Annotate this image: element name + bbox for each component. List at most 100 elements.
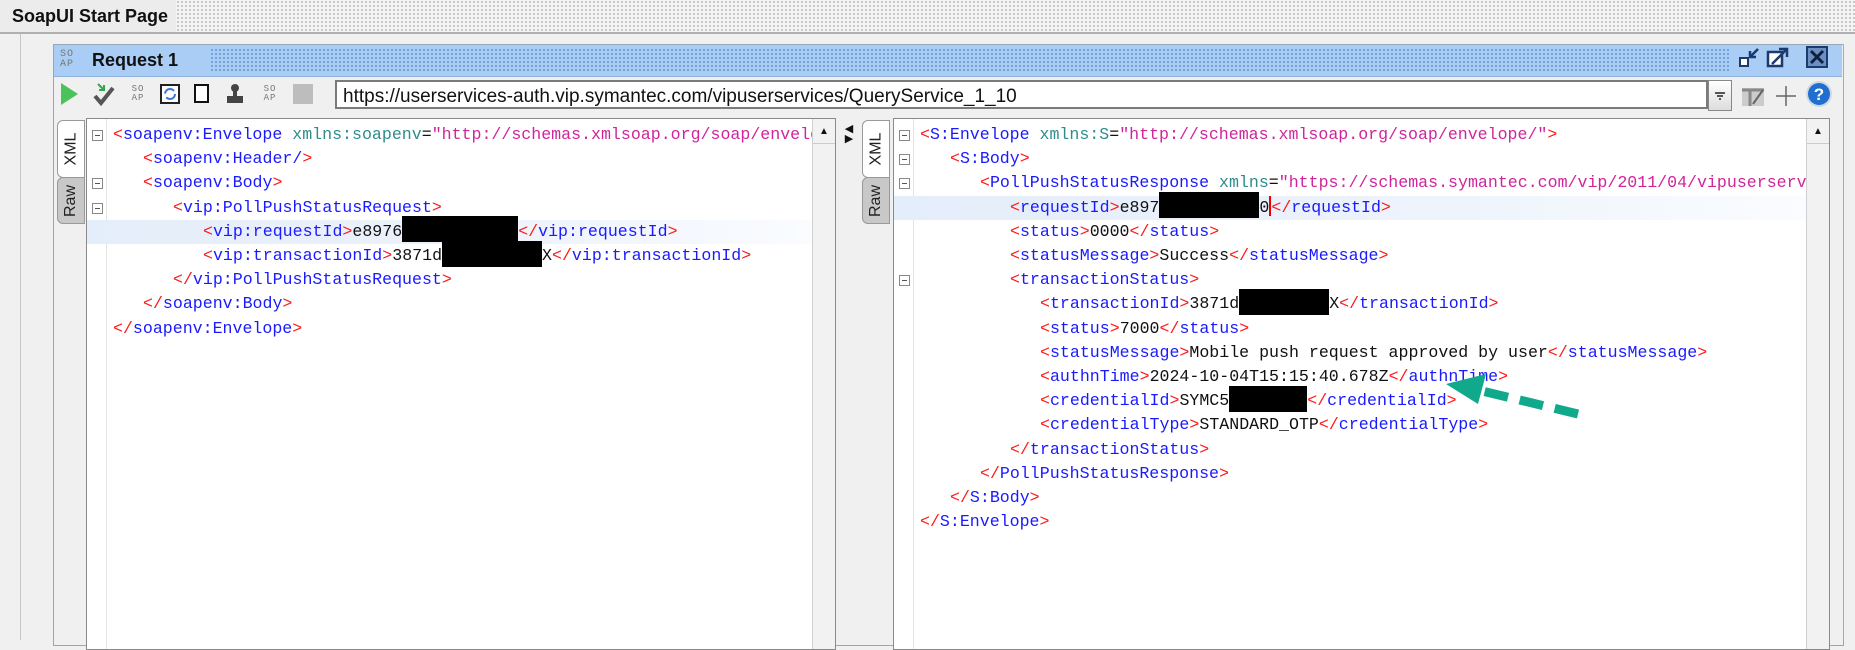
code-line: <S:Body> — [894, 147, 1806, 171]
code-line: </S:Envelope> — [894, 510, 1806, 534]
tag-bracket: > — [1697, 342, 1708, 362]
aut-toggle-button[interactable] — [1741, 84, 1765, 108]
stamp-icon — [227, 84, 243, 103]
code-line: <statusMessage>Mobile push request appro… — [894, 341, 1806, 365]
response-editor-scrollbar[interactable]: ▲ — [1806, 119, 1829, 649]
tag-bracket: > — [741, 246, 752, 265]
tag-bracket: </ — [1271, 197, 1292, 217]
tag-bracket: > — [1478, 415, 1489, 435]
check-with-arrow-icon — [93, 83, 115, 106]
code-line: <soapenv:Body> — [87, 171, 811, 195]
tag-bracket: > — [441, 270, 452, 290]
redaction-box — [1229, 385, 1308, 412]
tag-bracket: < — [980, 173, 990, 193]
plus-icon — [1776, 86, 1796, 106]
request-editor-scrollbar[interactable]: ▲ — [812, 119, 835, 649]
tag-bracket: > — [272, 173, 283, 193]
tag-name: credentialType — [1049, 415, 1190, 435]
tab-soapui-start-page[interactable]: SoapUI Start Page — [0, 0, 177, 32]
tag-bracket: > — [1547, 125, 1558, 144]
element-text: STANDARD_OTP — [1199, 415, 1319, 435]
element-text: = — [1268, 173, 1279, 193]
redaction-box — [402, 216, 519, 243]
submit-request-button[interactable] — [56, 81, 82, 107]
tag-name: soapenv:Header/ — [152, 149, 303, 169]
tag-name: credentialId — [1049, 391, 1170, 411]
element-text: e897 — [1119, 197, 1160, 217]
tag-bracket: < — [203, 246, 213, 265]
code-line: </vip:PollPushStatusRequest> — [87, 268, 811, 292]
code-line: <soapenv:Envelope xmlns:soapenv="http://… — [87, 123, 835, 147]
tag-bracket: > — [342, 221, 353, 241]
endpoint-url-input[interactable]: https://userservices-auth.vip.symantec.c… — [335, 80, 1708, 109]
tag-name: soapenv:Envelope — [122, 125, 283, 144]
help-button[interactable]: ? — [1805, 80, 1833, 108]
code-line: </soapenv:Body> — [87, 292, 811, 316]
tag-name: vip:requestId — [212, 221, 343, 241]
refresh-button[interactable] — [157, 81, 183, 107]
tag-name: statusMessage — [1049, 342, 1180, 362]
code-line: </PollPushStatusResponse> — [894, 462, 1806, 486]
cancel-request-button[interactable] — [290, 81, 316, 107]
response-xml-editor[interactable]: <S:Envelope xmlns:S="http://schemas.xmls… — [893, 118, 1830, 650]
element-text: 3871d — [1189, 294, 1240, 314]
tag-bracket: </ — [143, 294, 163, 314]
code-line: <status>0000</status> — [894, 220, 1806, 244]
tag-name: transactionId — [1359, 294, 1489, 314]
tag-bracket: > — [1109, 318, 1120, 338]
tag-name: S:Body — [959, 149, 1020, 169]
tag-bracket: > — [1079, 221, 1090, 241]
stamp-button[interactable] — [222, 81, 248, 107]
tag-name: credentialType — [1338, 415, 1479, 435]
add-assertion-button[interactable] — [91, 81, 117, 107]
create-soap-request-button[interactable]: SO AP — [125, 81, 151, 107]
refresh-icon — [160, 84, 180, 104]
tab-request-xml[interactable]: XML — [57, 120, 85, 178]
maximize-window-icon[interactable] — [1766, 46, 1790, 70]
tag-bracket: > — [431, 197, 442, 217]
scroll-up-arrow-icon[interactable]: ▲ — [1807, 119, 1829, 144]
side-panel — [1843, 44, 1855, 640]
tag-bracket: < — [950, 149, 960, 169]
toggle-button[interactable] — [189, 81, 215, 107]
tag-name: status — [1019, 221, 1080, 241]
tag-name: statusMessage — [1249, 246, 1379, 265]
scroll-up-arrow-icon[interactable]: ▲ — [813, 119, 835, 144]
tab-response-xml[interactable]: XML — [862, 120, 890, 178]
code-line: <authnTime>2024-10-04T15:15:40.678Z</aut… — [894, 365, 1806, 389]
tag-bracket: > — [1378, 246, 1389, 265]
tab-request-raw[interactable]: Raw — [57, 177, 85, 224]
code-line: <status>7000</status> — [894, 317, 1806, 341]
splitter-toggle[interactable]: ◀ ▶ — [842, 124, 856, 148]
tag-name: transactionStatus — [1019, 270, 1190, 290]
minimize-window-icon[interactable] — [1738, 46, 1762, 70]
tag-bracket: > — [1488, 294, 1499, 314]
code-line: </soapenv:Envelope> — [87, 317, 811, 341]
code-line: <transactionStatus> — [894, 268, 1806, 292]
request-xml-editor[interactable]: <soapenv:Envelope xmlns:soapenv="http://… — [86, 118, 836, 650]
tag-bracket: > — [1139, 367, 1150, 386]
tag-bracket: < — [1010, 197, 1020, 217]
element-text: 3871d — [392, 246, 443, 265]
add-button[interactable] — [1774, 84, 1798, 108]
tag-name: statusMessage — [1567, 342, 1698, 362]
element-text: = — [421, 125, 432, 144]
tag-bracket: < — [1010, 270, 1020, 290]
tag-name: vip:PollPushStatusRequest — [192, 270, 442, 290]
element-text: SYMC5 — [1179, 391, 1230, 411]
tag-bracket: < — [1010, 246, 1020, 265]
divider — [20, 34, 21, 640]
close-window-icon[interactable] — [1806, 46, 1828, 68]
tag-bracket: </ — [113, 318, 133, 338]
tag-bracket: > — [1189, 270, 1200, 290]
tag-bracket: > — [1109, 197, 1120, 217]
soap-icon: SO AP — [60, 49, 75, 70]
tab-response-raw[interactable]: Raw — [862, 177, 890, 224]
element-text: Success — [1159, 246, 1230, 265]
tag-bracket: < — [1040, 415, 1050, 435]
endpoint-dropdown-button[interactable] — [1708, 80, 1732, 111]
tag-name: S:Body — [969, 488, 1030, 507]
code-line: <requestId>e897 0 </requestId> — [894, 192, 1806, 220]
element-text: 0000 — [1089, 221, 1130, 241]
soap-options-button[interactable]: SO AP — [257, 81, 283, 107]
